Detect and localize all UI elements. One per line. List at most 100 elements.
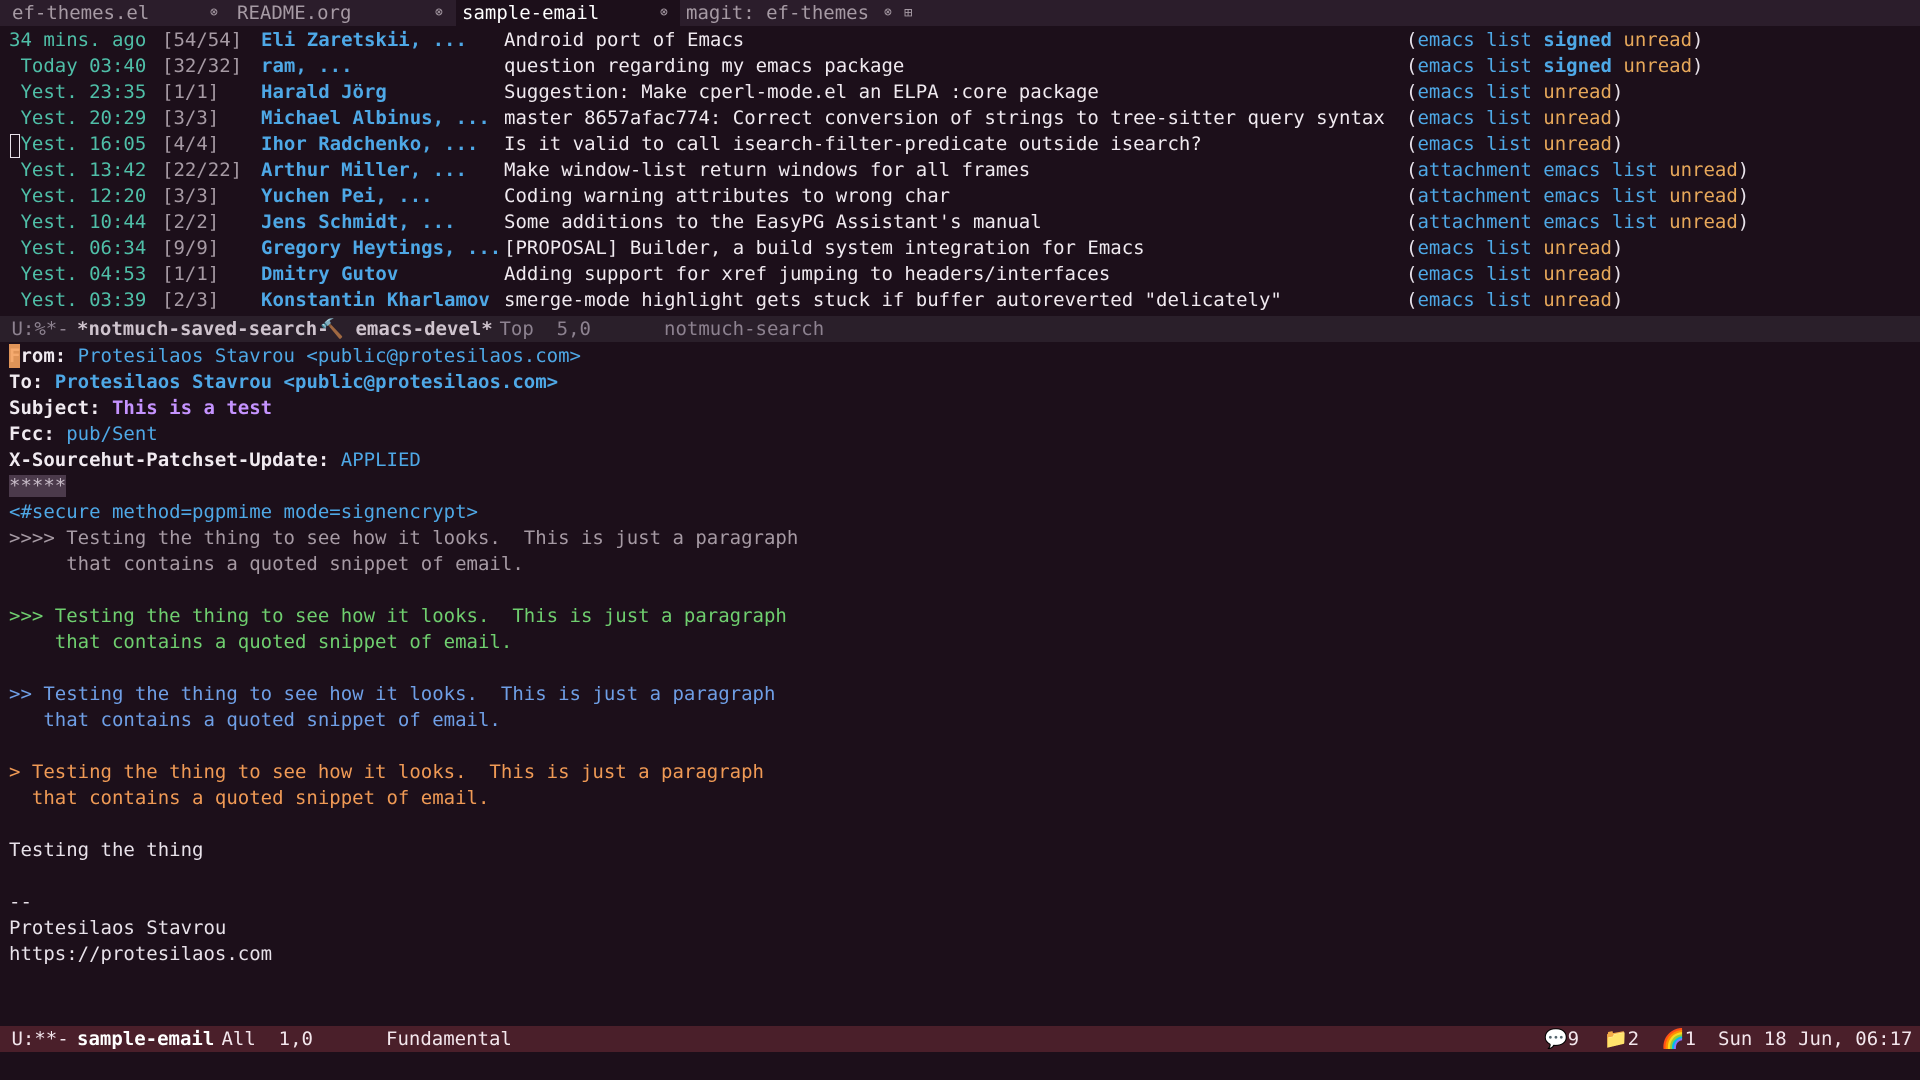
search-result-row[interactable]: Yest. 13:42 [22/22] Arthur Miller, ... Make… — [0, 157, 1920, 183]
speech-bubble-icon: 💬 — [1544, 1028, 1568, 1050]
search-result-row[interactable]: Yest. 23:35 [1/1] Harald Jörg Suggestion: M… — [0, 79, 1920, 105]
search-result-row[interactable]: Yest. 12:20 [3/3] Yuchen Pei, ... Coding wa… — [0, 183, 1920, 209]
buffer-name-suffix: emacs-devel* — [344, 318, 493, 340]
from-header: From: Protesilaos Stavrou <public@protes… — [9, 343, 581, 369]
result-subject: Some additions to the EasyPG Assistant's… — [504, 211, 1042, 233]
search-result-row[interactable]: Yest. 10:44 [2/2] Jens Schmidt, ... Some ad… — [0, 209, 1920, 235]
tab-ef-themes[interactable]: ef-themes.el ⊗ — [0, 0, 228, 26]
tags-close-paren: ) — [1611, 289, 1624, 311]
body-text: Testing the thing — [9, 839, 204, 861]
tags-close-paren: ) — [1611, 237, 1624, 259]
result-tags: (emacs list unread) — [1406, 131, 1623, 157]
result-authors: Dmitry Gutov — [261, 263, 399, 285]
result-count: [32/32] — [162, 55, 243, 77]
result-subject: smerge-mode highlight gets stuck if buff… — [504, 289, 1282, 311]
signature-url[interactable]: https://protesilaos.com — [9, 941, 272, 967]
tags-close-paren: ) — [1692, 29, 1704, 51]
result-authors: Harald Jörg — [261, 81, 387, 103]
tags-open-paren: ( — [1406, 159, 1418, 181]
result-subject: Coding warning attributes to wrong char — [504, 185, 951, 207]
result-tags: (emacs list unread) — [1406, 287, 1623, 313]
result-subject: Adding support for xref jumping to heade… — [504, 263, 1111, 285]
clock: Sun 18 Jun, 06:17 — [1718, 1028, 1913, 1050]
quote-level-2-line: >> Testing the thing to see how it looks… — [9, 683, 776, 705]
search-result-row[interactable]: 34 mins. ago [54/54] Eli Zaretskii, ... And… — [0, 27, 1920, 53]
result-authors: Jens Schmidt, ... — [261, 211, 456, 233]
search-result-row[interactable]: Today 03:40 [32/32] ram, ... question regar… — [0, 53, 1920, 79]
result-subject: Make window-list return windows for all … — [504, 159, 1031, 181]
result-count: [1/1] — [162, 81, 220, 103]
tab-sample-email[interactable]: sample-email ⊗ — [456, 0, 680, 26]
tags-close-paren: ) — [1737, 211, 1750, 233]
search-result-row[interactable]: Yest. 03:39 [2/3] Konstantin Kharlamov smer… — [0, 287, 1920, 313]
tag-unread: unread — [1623, 55, 1693, 77]
tag-list: emacs list — [1417, 55, 1532, 77]
buffer-name: *notmuch-saved-search- — [77, 318, 329, 340]
notifications-indicator[interactable]: 💬9 — [1544, 1026, 1579, 1052]
tag-signed: signed — [1543, 55, 1612, 77]
rainbow-icon: 🌈 — [1661, 1028, 1685, 1050]
rainbow-indicator[interactable]: 🌈1 — [1661, 1026, 1696, 1052]
tag-unread: unread — [1543, 237, 1612, 259]
tab-label: magit: ef-themes — [686, 2, 870, 24]
tags-close-paren: ) — [1611, 263, 1624, 285]
sourcehut-header: X-Sourcehut-Patchset-Update: APPLIED — [9, 447, 421, 473]
quote-level-3-line: >>> Testing the thing to see how it look… — [9, 605, 787, 627]
hammer-icon: 🔨 — [320, 318, 344, 340]
result-date: Yest. 10:44 — [9, 211, 147, 233]
result-date: 34 mins. ago — [9, 29, 147, 51]
tags-open-paren: ( — [1406, 107, 1418, 129]
sourcehut-key: X-Sourcehut-Patchset-Update: — [9, 449, 330, 471]
result-count: [9/9] — [162, 237, 220, 259]
result-date: Yest. 03:39 — [9, 289, 147, 311]
search-result-row[interactable]: Yest. 20:29 [3/3] Michael Albinus, ... mast… — [0, 105, 1920, 131]
folder-indicator[interactable]: 📁2 — [1604, 1026, 1639, 1052]
tag-list: emacs list — [1417, 237, 1532, 259]
search-result-row[interactable]: Yest. 04:53 [1/1] Dmitry Gutov Adding suppo… — [0, 261, 1920, 287]
tab-magit[interactable]: magit: ef-themes ⊗ — [680, 0, 902, 26]
result-count: [54/54] — [162, 29, 243, 51]
folder-icon: 📁 — [1604, 1028, 1628, 1050]
result-count: [2/2] — [162, 211, 220, 233]
close-icon[interactable]: ⊗ — [210, 0, 218, 26]
result-tags: (emacs list unread) — [1406, 105, 1623, 131]
tag-unread: unread — [1623, 29, 1693, 51]
fcc-key: Fcc: — [9, 423, 55, 445]
quote-level-4-line: >>>> Testing the thing to see how it loo… — [9, 527, 799, 549]
tags-open-paren: ( — [1406, 263, 1418, 285]
tags-open-paren: ( — [1406, 211, 1418, 233]
result-date: Yest. 12:20 — [9, 185, 147, 207]
tag-unread: unread — [1543, 263, 1612, 285]
close-icon[interactable]: ⊗ — [884, 0, 892, 26]
close-icon[interactable]: ⊗ — [435, 0, 443, 26]
quote-level-1-line: > Testing the thing to see how it looks.… — [9, 761, 764, 783]
tag-unread: unread — [1543, 133, 1612, 155]
mode-line-email[interactable]: U:**- sample-email All 1,0 Fundamental 💬… — [0, 1026, 1920, 1052]
tags-open-paren: ( — [1406, 185, 1418, 207]
signature-separator: -- — [9, 891, 32, 913]
result-date: Yest. 23:35 — [9, 81, 147, 103]
from-value: Protesilaos Stavrou <public@protesilaos.… — [77, 345, 581, 367]
result-authors: Arthur Miller, ... — [261, 159, 467, 181]
major-mode[interactable]: notmuch-search — [664, 316, 824, 342]
tags-open-paren: ( — [1406, 81, 1418, 103]
result-count: [1/1] — [162, 263, 220, 285]
result-subject: question regarding my emacs package — [504, 55, 905, 77]
tag-list: emacs list — [1417, 263, 1532, 285]
result-tags: (emacs list unread) — [1406, 235, 1623, 261]
result-date: Yest. 06:34 — [9, 237, 147, 259]
search-result-row[interactable]: Yest. 06:34 [9/9] Gregory Heytings, ... [PR… — [0, 235, 1920, 261]
search-result-row[interactable]: Yest. 16:05 [4/4] Ihor Radchenko, ... Is it… — [0, 131, 1920, 157]
tags-open-paren: ( — [1406, 133, 1418, 155]
result-date: Yest. 16:05 — [9, 133, 147, 155]
quote-level-4-line: that contains a quoted snippet of email. — [9, 553, 524, 575]
major-mode[interactable]: Fundamental — [386, 1026, 512, 1052]
mode-line-search[interactable]: U:%*- *notmuch-saved-search- 🔨 emacs-dev… — [0, 316, 1920, 342]
tab-label: README.org — [237, 2, 352, 24]
new-tab-button[interactable]: ⊞ — [904, 0, 912, 26]
close-icon[interactable]: ⊗ — [660, 0, 668, 26]
tab-readme[interactable]: README.org ⊗ — [228, 0, 456, 26]
result-tags: (attachment emacs list unread) — [1406, 209, 1749, 235]
result-tags: (attachment emacs list unread) — [1406, 157, 1749, 183]
tab-label: sample-email — [462, 2, 600, 24]
